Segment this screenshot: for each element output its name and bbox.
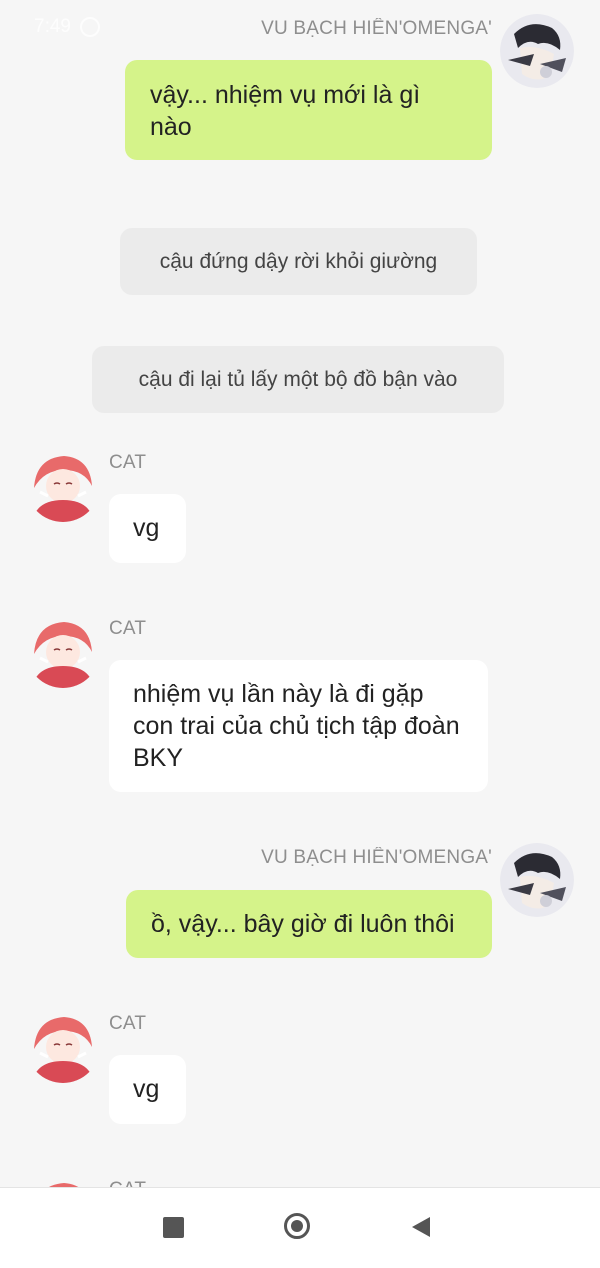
sender-name-me: VU BẠCH HIÊN'OMENGA' [261, 847, 492, 868]
message-bubble-cat[interactable]: nhiệm vụ lần này là đi gặp con trai của … [109, 660, 488, 792]
sender-name-cat: CAT [109, 452, 147, 473]
avatar-cat[interactable] [26, 448, 100, 522]
circle-icon [284, 1213, 310, 1239]
avatar-me-image [500, 843, 574, 917]
square-icon [163, 1217, 184, 1238]
sender-name-cat: CAT [109, 618, 147, 639]
message-bubble-me[interactable]: ồ, vậy... bây giờ đi luôn thôi [126, 890, 492, 958]
message-text: ồ, vậy... bây giờ đi luôn thôi [151, 910, 455, 938]
avatar-cat-image [26, 448, 100, 522]
back-button[interactable] [410, 1216, 434, 1240]
message-text: vg [133, 1075, 160, 1103]
navigation-bar [0, 1187, 600, 1268]
triangle-back-icon [412, 1217, 430, 1237]
avatar-cat-image [26, 1009, 100, 1083]
recents-button[interactable] [162, 1216, 186, 1240]
avatar-me-image [500, 14, 574, 88]
narration-bubble[interactable]: cậu đứng dậy rời khỏi giường [120, 228, 477, 295]
message-bubble-cat[interactable]: vg [109, 494, 186, 563]
status-notification-icon [80, 17, 100, 37]
narration-text: cậu đi lại tủ lấy một bộ đồ bận vào [138, 368, 458, 391]
message-text: vậy... nhiệm vụ mới là gì nào [150, 81, 421, 141]
narration-text: cậu đứng dậy rời khỏi giường [159, 250, 438, 273]
sender-name-cat: CAT [109, 1013, 147, 1034]
avatar-me[interactable] [500, 14, 574, 88]
avatar-cat-image [26, 614, 100, 688]
narration-bubble[interactable]: cậu đi lại tủ lấy một bộ đồ bận vào [92, 346, 504, 413]
home-button[interactable] [284, 1213, 314, 1243]
avatar-cat[interactable] [26, 614, 100, 688]
sender-name-me: VU BẠCH HIÊN'OMENGA' [261, 18, 492, 39]
message-text: vg [133, 514, 160, 542]
message-bubble-cat[interactable]: vg [109, 1055, 186, 1124]
message-bubble-me[interactable]: vậy... nhiệm vụ mới là gì nào [125, 60, 492, 160]
avatar-cat[interactable] [26, 1009, 100, 1083]
message-text: nhiệm vụ lần này là đi gặp con trai của … [133, 680, 460, 772]
avatar-me[interactable] [500, 843, 574, 917]
status-time: 7:49 [34, 16, 71, 37]
